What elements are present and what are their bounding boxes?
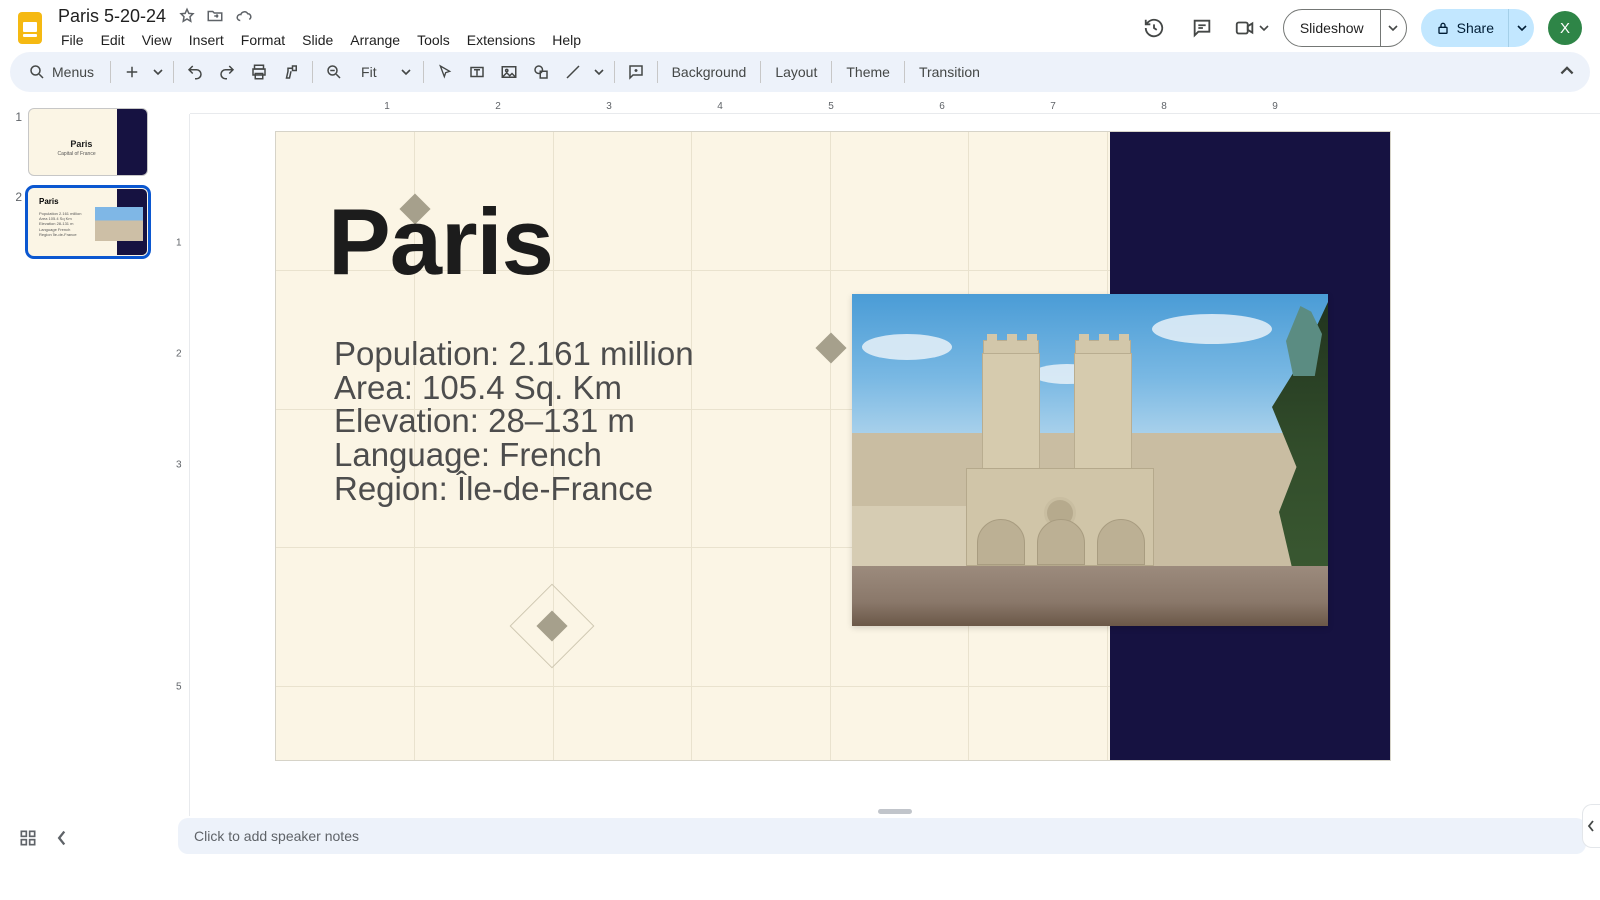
- ruler-tick: 2: [495, 101, 501, 112]
- ruler-tick: 1: [176, 238, 182, 249]
- video-call-button[interactable]: [1233, 17, 1269, 39]
- zoom-out-button[interactable]: [319, 57, 349, 87]
- menu-arrange[interactable]: Arrange: [343, 30, 407, 50]
- slideshow-button[interactable]: Slideshow: [1283, 9, 1407, 47]
- transition-button[interactable]: Transition: [911, 64, 988, 80]
- slide[interactable]: Paris Population: 2.161 million Area: 10…: [276, 132, 1390, 760]
- print-button[interactable]: [244, 57, 274, 87]
- lock-icon: [1435, 20, 1451, 36]
- toolbar: Menus Fit Background Layout Theme Transi…: [10, 52, 1590, 92]
- vertical-ruler[interactable]: 1 2 3 5: [174, 114, 190, 816]
- ruler-tick: 5: [828, 101, 834, 112]
- layout-button[interactable]: Layout: [767, 64, 825, 80]
- workspace: 1 Paris Capital of France 2 Paris Popula…: [0, 98, 1600, 816]
- ruler-tick: 6: [939, 101, 945, 112]
- menu-insert[interactable]: Insert: [182, 30, 231, 50]
- pane-resize-handle[interactable]: [878, 809, 912, 814]
- new-slide-button[interactable]: [117, 57, 147, 87]
- thumb-subtitle: Capital of France: [58, 151, 96, 157]
- speaker-notes-placeholder: Click to add speaker notes: [194, 828, 359, 844]
- shape-button[interactable]: [526, 57, 556, 87]
- share-dropdown-icon[interactable]: [1508, 9, 1534, 47]
- fact-line: Area: 105.4 Sq. Km: [334, 371, 694, 405]
- thumb-image-preview: [95, 207, 143, 241]
- undo-button[interactable]: [180, 57, 210, 87]
- collapse-filmstrip-button[interactable]: [56, 829, 70, 847]
- filmstrip: 1 Paris Capital of France 2 Paris Popula…: [0, 98, 174, 816]
- ruler-tick: 5: [176, 682, 182, 693]
- expand-side-panel-button[interactable]: [1582, 804, 1600, 848]
- ruler-tick: 3: [176, 460, 182, 471]
- comments-icon[interactable]: [1185, 11, 1219, 45]
- grid-view-button[interactable]: [18, 828, 38, 848]
- share-label: Share: [1457, 20, 1494, 36]
- share-button[interactable]: Share: [1421, 9, 1534, 47]
- search-menus-button[interactable]: Menus: [18, 57, 104, 87]
- slideshow-dropdown-icon[interactable]: [1380, 10, 1406, 46]
- history-icon[interactable]: [1137, 11, 1171, 45]
- slideshow-label: Slideshow: [1284, 20, 1380, 36]
- redo-button[interactable]: [212, 57, 242, 87]
- slide-thumbnail-2[interactable]: Paris Population 2.161 millionArea 105.4…: [28, 188, 148, 256]
- thumb-body-preview: Population 2.161 millionArea 105.4 Sq Km…: [39, 211, 89, 237]
- menu-edit[interactable]: Edit: [94, 30, 132, 50]
- thumb-title: Paris: [70, 139, 92, 149]
- ruler-tick: 3: [606, 101, 612, 112]
- slide-thumbnail-1[interactable]: Paris Capital of France: [28, 108, 148, 176]
- slide-image[interactable]: [852, 294, 1328, 626]
- menu-tools[interactable]: Tools: [410, 30, 457, 50]
- comment-button[interactable]: [621, 57, 651, 87]
- background-button[interactable]: Background: [664, 64, 755, 80]
- select-tool-button[interactable]: [430, 57, 460, 87]
- menu-extensions[interactable]: Extensions: [460, 30, 542, 50]
- canvas[interactable]: Paris Population: 2.161 million Area: 10…: [190, 114, 1600, 816]
- fact-line: Language: French: [334, 438, 694, 472]
- menu-help[interactable]: Help: [545, 30, 588, 50]
- app-logo-icon[interactable]: [12, 10, 48, 46]
- search-menus-label: Menus: [52, 64, 94, 80]
- ruler-tick: 2: [176, 349, 182, 360]
- paint-format-button[interactable]: [276, 57, 306, 87]
- fact-line: Population: 2.161 million: [334, 337, 694, 371]
- image-button[interactable]: [494, 57, 524, 87]
- textbox-button[interactable]: [462, 57, 492, 87]
- fact-line: Region: Île-de-France: [334, 472, 694, 506]
- zoom-value: Fit: [361, 64, 377, 80]
- new-slide-dropdown-icon[interactable]: [149, 57, 167, 87]
- theme-button[interactable]: Theme: [838, 64, 898, 80]
- title-bar: Paris 5-20-24 File Edit View Insert Form…: [0, 0, 1600, 52]
- document-title[interactable]: Paris 5-20-24: [54, 6, 170, 27]
- horizontal-ruler[interactable]: 1 2 3 4 5 6 7 8 9: [190, 98, 1600, 114]
- menu-file[interactable]: File: [54, 30, 91, 50]
- chevron-down-icon: [401, 67, 411, 77]
- thumb-number: 2: [10, 188, 22, 256]
- slide-editor: 1 2 3 4 5 6 7 8 9 1 2 3 5: [174, 98, 1600, 816]
- line-button[interactable]: [558, 57, 588, 87]
- menu-format[interactable]: Format: [234, 30, 292, 50]
- slide-title[interactable]: Paris: [328, 188, 553, 296]
- cloud-status-icon[interactable]: [234, 7, 254, 25]
- zoom-select[interactable]: Fit: [351, 64, 417, 80]
- menu-view[interactable]: View: [135, 30, 179, 50]
- collapse-toolbar-button[interactable]: [1552, 57, 1582, 87]
- ruler-tick: 9: [1272, 101, 1278, 112]
- account-avatar[interactable]: X: [1548, 11, 1582, 45]
- line-dropdown-icon[interactable]: [590, 57, 608, 87]
- menu-bar: File Edit View Insert Format Slide Arran…: [54, 28, 588, 52]
- fact-line: Elevation: 28–131 m: [334, 404, 694, 438]
- ruler-tick: 4: [717, 101, 723, 112]
- ruler-tick: 1: [384, 101, 390, 112]
- move-folder-icon[interactable]: [206, 7, 224, 25]
- slide-body-text[interactable]: Population: 2.161 million Area: 105.4 Sq…: [334, 337, 694, 505]
- star-icon[interactable]: [178, 7, 196, 25]
- menu-slide[interactable]: Slide: [295, 30, 340, 50]
- thumb-title: Paris: [39, 197, 59, 206]
- ruler-tick: 7: [1050, 101, 1056, 112]
- thumb-number: 1: [10, 108, 22, 176]
- speaker-notes[interactable]: Click to add speaker notes: [178, 818, 1586, 854]
- ruler-tick: 8: [1161, 101, 1167, 112]
